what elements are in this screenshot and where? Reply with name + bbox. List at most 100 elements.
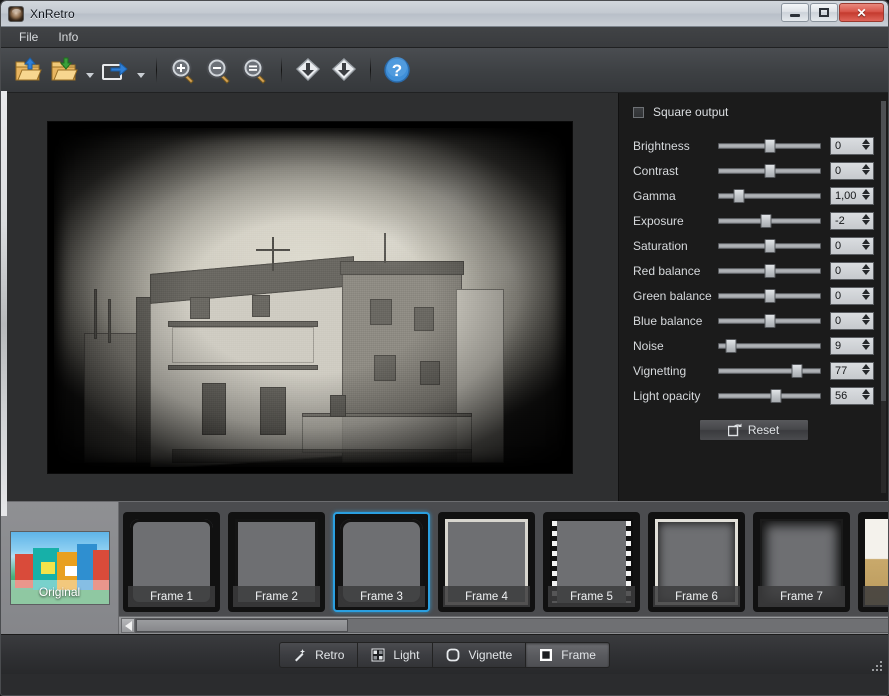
frame-thumb-3[interactable]: Frame 3 xyxy=(333,512,430,612)
square-output-checkbox[interactable] xyxy=(633,106,644,118)
panel-scrollbar[interactable] xyxy=(881,101,886,493)
spin-down-icon[interactable] xyxy=(862,369,870,375)
spin-up-icon[interactable] xyxy=(862,163,870,169)
spin-down-icon[interactable] xyxy=(862,244,870,250)
spin-up-icon[interactable] xyxy=(862,138,870,144)
noise-slider[interactable] xyxy=(718,338,821,354)
noise-spinbox[interactable]: 9 xyxy=(830,336,874,355)
tab-vignette[interactable]: Vignette xyxy=(432,641,526,668)
spin-down-icon[interactable] xyxy=(862,169,870,175)
spin-arrows[interactable] xyxy=(862,188,870,200)
vignetting-slider[interactable] xyxy=(718,363,821,379)
share-dropdown-button[interactable] xyxy=(134,53,147,87)
spin-down-icon[interactable] xyxy=(862,219,870,225)
spin-arrows[interactable] xyxy=(862,138,870,150)
share-button[interactable] xyxy=(98,53,132,87)
spin-up-icon[interactable] xyxy=(862,263,870,269)
spin-arrows[interactable] xyxy=(862,263,870,275)
frame-thumb-8[interactable]: F xyxy=(858,512,888,612)
brightness-spinbox[interactable]: 0 xyxy=(830,136,874,155)
slider-knob[interactable] xyxy=(764,238,775,253)
spin-arrows[interactable] xyxy=(862,288,870,300)
scrollbar-trough[interactable] xyxy=(135,618,888,633)
save-dropdown-button[interactable] xyxy=(83,53,96,87)
spin-up-icon[interactable] xyxy=(862,338,870,344)
red-balance-spinbox[interactable]: 0 xyxy=(830,261,874,280)
tab-light[interactable]: Light xyxy=(357,641,433,668)
square-output-row[interactable]: Square output xyxy=(633,105,874,119)
contrast-spinbox[interactable]: 0 xyxy=(830,161,874,180)
exposure-spinbox[interactable]: -2 xyxy=(830,211,874,230)
zoom-fit-button[interactable] xyxy=(238,53,272,87)
save-file-button[interactable] xyxy=(47,53,81,87)
saturation-slider[interactable] xyxy=(718,238,821,254)
slider-knob[interactable] xyxy=(764,313,775,328)
light-opacity-spinbox[interactable]: 56 xyxy=(830,386,874,405)
close-button[interactable]: ✕ xyxy=(839,3,884,22)
maximize-button[interactable] xyxy=(810,3,838,22)
zoom-in-button[interactable] xyxy=(166,53,200,87)
spin-up-icon[interactable] xyxy=(862,363,870,369)
help-button[interactable]: ? xyxy=(380,53,414,87)
spin-up-icon[interactable] xyxy=(862,288,870,294)
rotate-left-button[interactable] xyxy=(291,53,325,87)
exposure-slider[interactable] xyxy=(718,213,821,229)
frame-thumb-4[interactable]: Frame 4 xyxy=(438,512,535,612)
reset-button[interactable]: Reset xyxy=(698,419,809,441)
light-opacity-slider[interactable] xyxy=(718,388,821,404)
minimize-button[interactable] xyxy=(781,3,809,22)
contrast-slider[interactable] xyxy=(718,163,821,179)
spin-down-icon[interactable] xyxy=(862,294,870,300)
red-balance-slider[interactable] xyxy=(718,263,821,279)
spin-up-icon[interactable] xyxy=(862,213,870,219)
spin-arrows[interactable] xyxy=(862,338,870,350)
spin-arrows[interactable] xyxy=(862,238,870,250)
scroll-left-button[interactable] xyxy=(121,618,135,633)
spin-arrows[interactable] xyxy=(862,388,870,400)
spin-up-icon[interactable] xyxy=(862,188,870,194)
frame-thumb-5[interactable]: Frame 5 xyxy=(543,512,640,612)
blue-balance-spinbox[interactable]: 0 xyxy=(830,311,874,330)
filmstrip-scrollbar[interactable] xyxy=(119,616,888,634)
spin-arrows[interactable] xyxy=(862,313,870,325)
frame-thumb-2[interactable]: Frame 2 xyxy=(228,512,325,612)
spin-up-icon[interactable] xyxy=(862,313,870,319)
spin-down-icon[interactable] xyxy=(862,144,870,150)
tab-frame[interactable]: Frame xyxy=(525,641,610,668)
slider-knob[interactable] xyxy=(764,163,775,178)
frame-thumb-6[interactable]: Frame 6 xyxy=(648,512,745,612)
spin-down-icon[interactable] xyxy=(862,269,870,275)
resize-grip[interactable] xyxy=(872,659,884,671)
slider-knob[interactable] xyxy=(764,138,775,153)
slider-knob[interactable] xyxy=(791,363,803,378)
frame-thumb-7[interactable]: Frame 7 xyxy=(753,512,850,612)
slider-knob[interactable] xyxy=(770,388,782,403)
green-balance-slider[interactable] xyxy=(718,288,821,304)
slider-knob[interactable] xyxy=(725,338,737,353)
green-balance-spinbox[interactable]: 0 xyxy=(830,286,874,305)
spin-down-icon[interactable] xyxy=(862,394,870,400)
scrollbar-thumb[interactable] xyxy=(136,619,348,632)
slider-knob[interactable] xyxy=(764,288,775,303)
blue-balance-slider[interactable] xyxy=(718,313,821,329)
slider-knob[interactable] xyxy=(764,263,775,278)
spin-down-icon[interactable] xyxy=(862,344,870,350)
spin-down-icon[interactable] xyxy=(862,194,870,200)
menu-file[interactable]: File xyxy=(9,28,48,46)
slider-knob[interactable] xyxy=(733,188,745,203)
tab-retro[interactable]: Retro xyxy=(279,641,358,668)
saturation-spinbox[interactable]: 0 xyxy=(830,236,874,255)
image-preview-area[interactable] xyxy=(1,93,619,501)
gamma-spinbox[interactable]: 1,00 xyxy=(830,186,874,205)
spin-up-icon[interactable] xyxy=(862,388,870,394)
spin-arrows[interactable] xyxy=(862,213,870,225)
frame-thumb-1[interactable]: Frame 1 xyxy=(123,512,220,612)
spin-up-icon[interactable] xyxy=(862,238,870,244)
zoom-out-button[interactable] xyxy=(202,53,236,87)
vignetting-spinbox[interactable]: 77 xyxy=(830,361,874,380)
open-file-button[interactable] xyxy=(11,53,45,87)
original-thumbnail[interactable]: Original xyxy=(9,531,110,605)
rotate-right-button[interactable] xyxy=(327,53,361,87)
spin-down-icon[interactable] xyxy=(862,319,870,325)
menu-info[interactable]: Info xyxy=(48,28,88,46)
